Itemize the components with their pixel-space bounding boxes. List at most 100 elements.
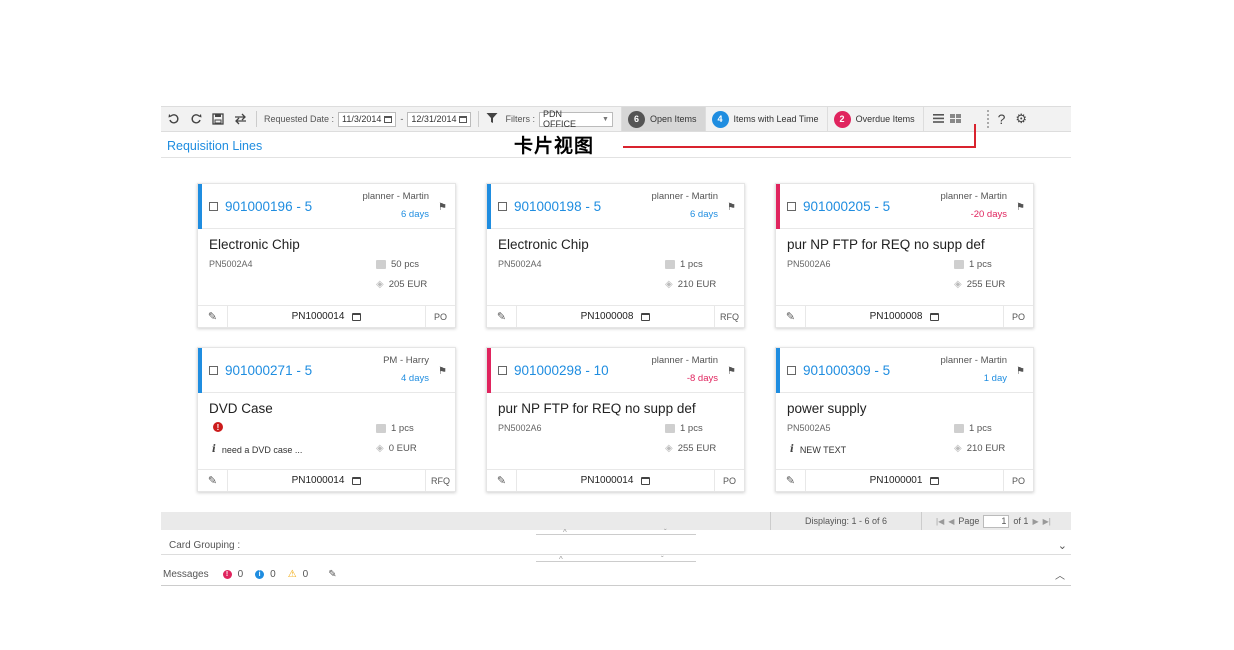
order-reference[interactable]: PN1000008	[806, 311, 1003, 322]
filter-select[interactable]: PDN OFFICE ▼	[538, 109, 613, 129]
requisition-card[interactable]: 901000298 - 10 planner - Martin -8 days …	[486, 347, 745, 492]
order-type[interactable]: PO	[425, 306, 455, 327]
quantity: 1 pcs	[954, 259, 992, 270]
lead-time-items-toggle[interactable]: 4 Items with Lead Time	[704, 107, 827, 131]
date-to-input[interactable]: 12/31/2014	[407, 111, 472, 127]
price: ◈ 0 EUR	[376, 443, 417, 454]
calendar-icon[interactable]	[352, 476, 362, 485]
page-number-input[interactable]: 1	[983, 514, 1010, 528]
annotation-line	[974, 124, 976, 148]
info-icon: i	[212, 444, 216, 455]
order-type[interactable]: RFQ	[714, 306, 744, 327]
select-checkbox[interactable]	[209, 202, 218, 211]
card-footer: ✎ PN1000014 RFQ	[198, 469, 455, 491]
flag-icon[interactable]: ⚑	[1016, 202, 1025, 213]
save-icon[interactable]	[209, 110, 227, 128]
calendar-icon[interactable]	[930, 476, 940, 485]
first-page-icon[interactable]: |◀	[936, 517, 944, 526]
requisition-id-link[interactable]: 901000298 - 10	[514, 363, 609, 378]
pencil-icon[interactable]: ✎	[487, 306, 517, 327]
splitter-up-icon[interactable]: ^	[559, 555, 563, 564]
select-checkbox[interactable]	[787, 202, 796, 211]
date-from-input[interactable]: 11/3/2014	[338, 111, 397, 127]
order-type[interactable]: PO	[714, 470, 744, 491]
calendar-icon[interactable]	[930, 312, 940, 321]
list-view-icon[interactable]	[932, 113, 944, 125]
pencil-icon[interactable]: ✎	[198, 470, 228, 491]
transfer-icon[interactable]	[231, 110, 249, 128]
quantity-value: 1 pcs	[969, 259, 992, 270]
requisition-id-link[interactable]: 901000309 - 5	[803, 363, 890, 378]
splitter-down-icon[interactable]: ˇ	[661, 555, 664, 564]
planner-label: planner - Martin	[651, 191, 718, 202]
requisition-card[interactable]: 901000196 - 5 planner - Martin 6 days ⚑ …	[197, 183, 456, 328]
splitter-up-icon[interactable]: ^	[563, 528, 567, 537]
order-reference[interactable]: PN1000014	[228, 311, 425, 322]
select-checkbox[interactable]	[498, 202, 507, 211]
requisition-id-link[interactable]: 901000198 - 5	[514, 199, 601, 214]
title-divider	[161, 157, 1071, 158]
price-value: 205 EUR	[388, 279, 428, 290]
card-grouping-bar[interactable]: Card Grouping : ⌄	[161, 537, 1071, 555]
calendar-icon[interactable]	[384, 115, 393, 123]
select-checkbox[interactable]	[498, 366, 507, 375]
flag-icon[interactable]: ⚑	[438, 202, 447, 213]
order-reference[interactable]: PN1000014	[517, 475, 714, 486]
quantity: 1 pcs	[376, 423, 414, 434]
prev-page-icon[interactable]: ◀	[948, 517, 954, 526]
calendar-icon[interactable]	[641, 312, 651, 321]
order-reference[interactable]: PN1000008	[517, 311, 714, 322]
select-checkbox[interactable]	[787, 366, 796, 375]
pencil-icon[interactable]: ✎	[487, 470, 517, 491]
flag-icon[interactable]: ⚑	[727, 202, 736, 213]
help-icon[interactable]: ?	[998, 111, 1006, 127]
order-reference[interactable]: PN1000001	[806, 475, 1003, 486]
flag-icon[interactable]: ⚑	[727, 366, 736, 377]
open-items-toggle[interactable]: 6 Open Items	[620, 107, 705, 131]
price: ◈ 255 EUR	[665, 443, 716, 454]
messages-label: Messages	[163, 569, 209, 580]
flag-icon[interactable]: ⚑	[1016, 366, 1025, 377]
requisition-id-link[interactable]: 901000196 - 5	[225, 199, 312, 214]
requisition-id-link[interactable]: 901000205 - 5	[803, 199, 890, 214]
quantity-value: 1 pcs	[680, 259, 703, 270]
pencil-icon[interactable]: ✎	[198, 306, 228, 327]
card-view-icon[interactable]	[949, 113, 961, 125]
overdue-items-label: Overdue Items	[855, 114, 915, 124]
order-type[interactable]: PO	[1003, 470, 1033, 491]
clear-messages-icon[interactable]: ✎	[328, 569, 336, 580]
gear-icon[interactable]: ⚙	[1015, 111, 1027, 127]
requisition-card[interactable]: 901000309 - 5 planner - Martin 1 day ⚑ p…	[775, 347, 1034, 492]
card-footer: ✎ PN1000008 PO	[776, 305, 1033, 327]
lead-time-items-label: Items with Lead Time	[733, 114, 819, 124]
info-icon: i	[255, 570, 265, 579]
calendar-icon[interactable]	[352, 312, 362, 321]
calendar-icon[interactable]	[641, 476, 651, 485]
requisition-id-link[interactable]: 901000271 - 5	[225, 363, 312, 378]
select-checkbox[interactable]	[209, 366, 218, 375]
order-reference[interactable]: PN1000014	[228, 475, 425, 486]
last-page-icon[interactable]: ▶|	[1043, 517, 1051, 526]
requisition-card[interactable]: 901000198 - 5 planner - Martin 6 days ⚑ …	[486, 183, 745, 328]
undo-icon[interactable]	[165, 110, 183, 128]
filter-icon[interactable]	[486, 112, 498, 126]
chevron-up-icon[interactable]: ︿	[1055, 567, 1065, 582]
card-note-text: need a DVD case ...	[221, 444, 303, 455]
order-type[interactable]: RFQ	[425, 470, 455, 491]
refresh-icon[interactable]	[187, 110, 205, 128]
pencil-icon[interactable]: ✎	[776, 306, 806, 327]
requisition-card[interactable]: 901000205 - 5 planner - Martin -20 days …	[775, 183, 1034, 328]
next-page-icon[interactable]: ▶	[1032, 517, 1038, 526]
splitter[interactable]	[536, 534, 696, 535]
item-name: Electronic Chip	[209, 237, 300, 252]
pencil-icon[interactable]: ✎	[776, 470, 806, 491]
splitter-down-icon[interactable]: ˇ	[664, 528, 667, 537]
overdue-items-toggle[interactable]: 2 Overdue Items	[826, 107, 923, 131]
calendar-icon[interactable]	[459, 115, 468, 123]
order-type[interactable]: PO	[1003, 306, 1033, 327]
chevron-down-icon: ▼	[602, 115, 609, 123]
open-items-label: Open Items	[649, 114, 697, 124]
chevron-down-icon[interactable]: ⌄	[1058, 539, 1067, 552]
flag-icon[interactable]: ⚑	[438, 366, 447, 377]
requisition-card[interactable]: 901000271 - 5 PM - Harry 4 days ⚑ DVD Ca…	[197, 347, 456, 492]
